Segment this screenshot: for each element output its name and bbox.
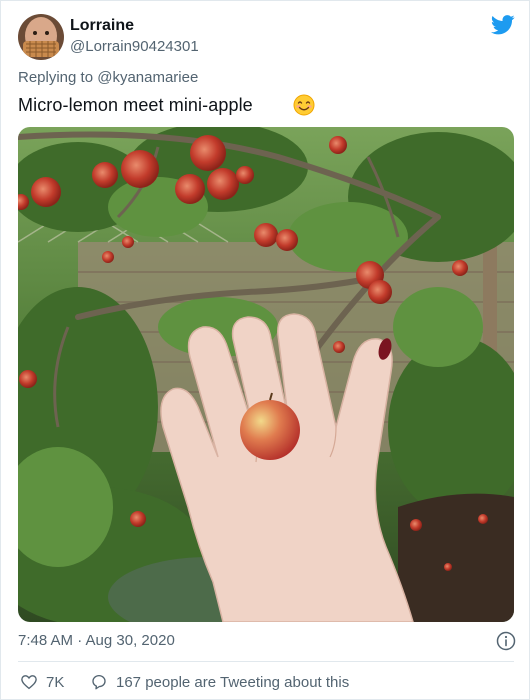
like-button[interactable]: 7K <box>20 672 64 692</box>
reply-mention[interactable]: @kyanamariee <box>97 69 198 86</box>
avatar[interactable] <box>18 14 64 60</box>
user-handle[interactable]: @Lorrain90424301 <box>70 38 199 55</box>
divider <box>18 661 514 662</box>
reply-prefix: Replying to <box>18 69 94 86</box>
tweet-text: Micro-lemon meet mini-apple <box>18 95 253 115</box>
info-icon[interactable] <box>496 631 516 651</box>
display-name[interactable]: Lorraine <box>70 17 134 35</box>
like-count: 7K <box>46 673 65 691</box>
tweet-card: Lorraine @Lorrain90424301 Replying to @k… <box>0 0 530 700</box>
reply-context: Replying to @kyanamariee <box>18 69 198 86</box>
smiling-face-emoji-icon <box>293 94 315 116</box>
tweet-timestamp[interactable]: 7:48 AM · Aug 30, 2020 <box>18 632 175 649</box>
speech-bubble-icon <box>92 674 106 690</box>
heart-icon <box>21 675 37 690</box>
tweeting-about-link[interactable]: 167 people are Tweeting about this <box>90 672 349 692</box>
tweet-photo[interactable] <box>18 127 514 622</box>
twitter-bird-icon[interactable] <box>491 15 515 35</box>
tweeting-about-text: 167 people are Tweeting about this <box>116 673 350 691</box>
